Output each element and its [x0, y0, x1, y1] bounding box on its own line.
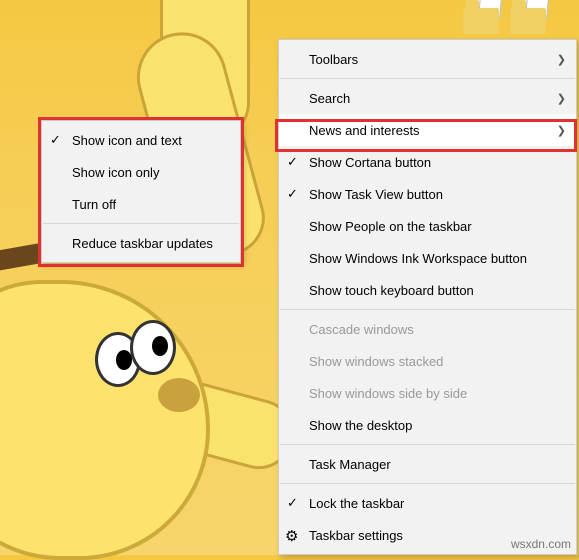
watermark-text: wsxdn.com: [511, 537, 571, 551]
menu-label: Show Task View button: [309, 187, 443, 202]
menu-separator: [280, 78, 575, 79]
checkmark-icon: [287, 186, 301, 200]
menu-show-side-by-side: Show windows side by side: [279, 377, 576, 409]
menu-news-and-interests[interactable]: News and interests ❯: [279, 114, 576, 146]
menu-label: Taskbar settings: [309, 528, 403, 543]
menu-search[interactable]: Search ❯: [279, 82, 576, 114]
gear-icon: ⚙: [285, 527, 298, 545]
menu-show-task-view[interactable]: Show Task View button: [279, 178, 576, 210]
menu-show-stacked: Show windows stacked: [279, 345, 576, 377]
menu-label: Toolbars: [309, 52, 358, 67]
menu-separator: [280, 483, 575, 484]
bg-head: [0, 280, 210, 560]
menu-label: Show touch keyboard button: [309, 283, 474, 298]
menu-label: Show Windows Ink Workspace button: [309, 251, 527, 266]
menu-show-touch-keyboard[interactable]: Show touch keyboard button: [279, 274, 576, 306]
menu-label: Show windows stacked: [309, 354, 443, 369]
news-interests-submenu: Show icon and text Show icon only Turn o…: [41, 120, 241, 263]
submenu-show-icon-and-text[interactable]: Show icon and text: [42, 124, 240, 156]
menu-separator: [280, 309, 575, 310]
checkmark-icon: [287, 154, 301, 168]
desktop-folder-icon[interactable]: [510, 4, 546, 34]
menu-lock-taskbar[interactable]: Lock the taskbar: [279, 487, 576, 519]
taskbar-context-menu: Toolbars ❯ Search ❯ News and interests ❯…: [278, 39, 577, 555]
menu-show-desktop[interactable]: Show the desktop: [279, 409, 576, 441]
chevron-right-icon: ❯: [557, 92, 566, 105]
submenu-show-icon-only[interactable]: Show icon only: [42, 156, 240, 188]
menu-label: Show icon and text: [72, 133, 182, 148]
menu-show-cortana[interactable]: Show Cortana button: [279, 146, 576, 178]
menu-show-ink-workspace[interactable]: Show Windows Ink Workspace button: [279, 242, 576, 274]
menu-label: Show the desktop: [309, 418, 412, 433]
menu-label: Show Cortana button: [309, 155, 431, 170]
chevron-right-icon: ❯: [557, 53, 566, 66]
submenu-turn-off[interactable]: Turn off: [42, 188, 240, 220]
menu-separator: [280, 444, 575, 445]
submenu-reduce-taskbar-updates[interactable]: Reduce taskbar updates: [42, 227, 240, 259]
menu-label: Lock the taskbar: [309, 496, 404, 511]
menu-separator: [43, 223, 239, 224]
menu-label: Task Manager: [309, 457, 391, 472]
menu-label: Show windows side by side: [309, 386, 467, 401]
menu-show-people[interactable]: Show People on the taskbar: [279, 210, 576, 242]
checkmark-icon: [287, 495, 301, 509]
checkmark-icon: [50, 132, 64, 146]
menu-label: Show icon only: [72, 165, 159, 180]
menu-cascade-windows: Cascade windows: [279, 313, 576, 345]
menu-label: Search: [309, 91, 350, 106]
menu-label: Turn off: [72, 197, 116, 212]
menu-task-manager[interactable]: Task Manager: [279, 448, 576, 480]
menu-toolbars[interactable]: Toolbars ❯: [279, 43, 576, 75]
bg-pupil: [152, 336, 168, 356]
desktop-folder-icon[interactable]: [463, 4, 499, 34]
chevron-right-icon: ❯: [557, 124, 566, 137]
menu-label: Show People on the taskbar: [309, 219, 472, 234]
menu-label: News and interests: [309, 123, 420, 138]
menu-label: Reduce taskbar updates: [72, 236, 213, 251]
bg-pupil: [116, 350, 132, 370]
bg-nose: [158, 378, 200, 412]
menu-label: Cascade windows: [309, 322, 414, 337]
